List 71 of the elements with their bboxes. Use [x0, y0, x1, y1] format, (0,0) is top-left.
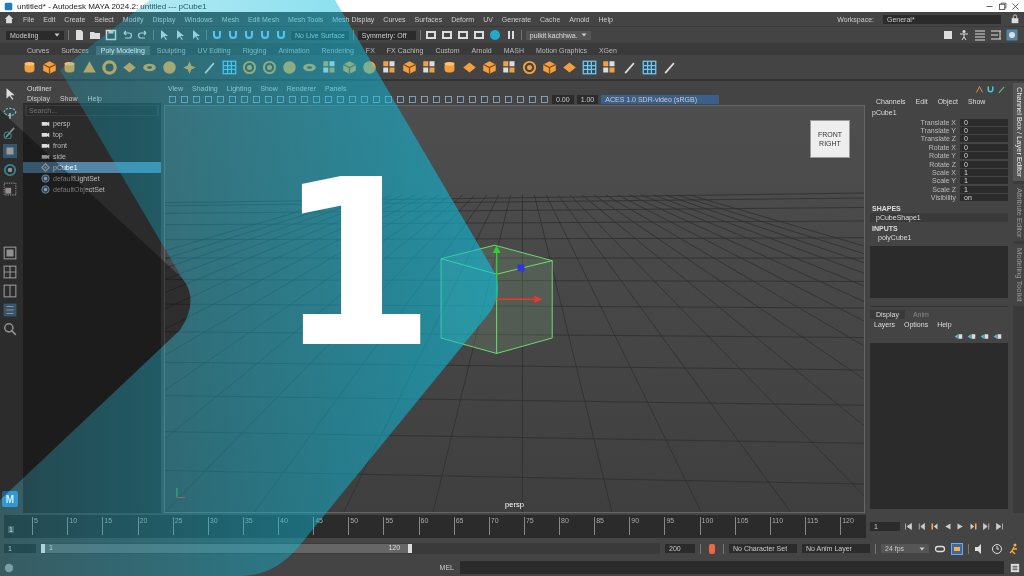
move-tool-icon[interactable] [3, 144, 17, 158]
blocks-icon[interactable] [502, 59, 517, 75]
script-editor-icon[interactable] [1010, 562, 1020, 573]
blocks-icon[interactable] [382, 59, 397, 75]
step-forward-icon[interactable] [982, 522, 991, 531]
home-icon[interactable] [4, 14, 14, 24]
grid-icon[interactable] [582, 59, 597, 75]
step-back-key-icon[interactable] [930, 522, 939, 531]
restore-icon[interactable] [998, 1, 1007, 11]
cube-icon[interactable] [42, 59, 57, 75]
step-forward-key-icon[interactable] [969, 522, 978, 531]
target-icon[interactable] [522, 59, 537, 75]
clock-icon[interactable] [991, 542, 1003, 555]
new-file-icon[interactable] [73, 29, 85, 41]
cylinder-icon[interactable] [22, 59, 37, 75]
two-pane-icon[interactable] [3, 284, 17, 298]
close-icon[interactable] [1011, 1, 1020, 11]
maya-app-icon[interactable] [4, 1, 13, 11]
layer-arrow-icon[interactable] [993, 331, 1002, 341]
caret-icon[interactable] [54, 32, 60, 38]
layer-arrow-icon[interactable] [967, 331, 976, 341]
attribute-editor-icon[interactable] [974, 29, 986, 41]
cube-icon[interactable] [542, 59, 557, 75]
render-icon[interactable] [440, 29, 453, 41]
caret-icon[interactable] [919, 545, 925, 552]
channel-box-icon[interactable] [1006, 29, 1018, 41]
ipr-icon[interactable] [488, 29, 501, 41]
caret-icon[interactable] [580, 32, 587, 38]
cylinder-icon[interactable] [442, 59, 457, 75]
folder-icon[interactable] [89, 29, 101, 41]
layer-arrow-icon[interactable] [954, 331, 963, 341]
camera-icon[interactable] [41, 119, 50, 128]
go-to-end-icon[interactable] [995, 522, 1004, 531]
render-icon[interactable] [456, 29, 469, 41]
cached-playback-icon[interactable] [951, 542, 963, 555]
play-icon[interactable] [956, 522, 965, 531]
tool-settings-icon[interactable] [990, 29, 1002, 41]
outliner-layout-icon[interactable] [3, 303, 17, 317]
scale-icon[interactable] [3, 182, 17, 196]
step-back-icon[interactable] [917, 522, 926, 531]
camera-icon[interactable] [41, 152, 50, 161]
pencil-icon[interactable] [997, 85, 1006, 94]
auto-key-icon[interactable] [706, 542, 718, 555]
cube-icon[interactable] [402, 59, 417, 75]
rotate-icon[interactable] [3, 163, 17, 177]
search-icon[interactable] [3, 322, 17, 336]
camera-icon[interactable] [41, 130, 50, 139]
go-to-start-icon[interactable] [904, 522, 913, 531]
render-icon[interactable] [424, 29, 437, 41]
four-pane-icon[interactable] [3, 265, 17, 279]
blocks-icon[interactable] [422, 59, 437, 75]
modeling-toolkit-icon[interactable] [942, 29, 954, 41]
camera-icon[interactable] [41, 141, 50, 150]
set-icon[interactable] [41, 185, 50, 194]
grid-icon[interactable] [642, 59, 657, 75]
paint-select-icon[interactable] [3, 125, 17, 139]
blocks-icon[interactable] [602, 59, 617, 75]
command-input-field[interactable] [460, 561, 1004, 574]
running-figure-icon[interactable] [1008, 542, 1020, 555]
play-backward-icon[interactable] [943, 522, 952, 531]
magnet-icon[interactable] [986, 85, 995, 94]
step-number: 1 [276, 150, 437, 380]
set-icon[interactable] [41, 174, 50, 183]
human-figure-icon[interactable] [958, 29, 970, 41]
lasso-icon[interactable] [3, 106, 17, 120]
single-pane-icon[interactable] [3, 246, 17, 260]
render-icon[interactable] [472, 29, 485, 41]
layer-arrow-icon[interactable] [980, 331, 989, 341]
window-title: untitled* - Autodesk MAYA 2024.2: untitled --- pCube1 [17, 1, 207, 11]
cube-icon[interactable] [482, 59, 497, 75]
lock-icon[interactable] [1010, 14, 1020, 24]
